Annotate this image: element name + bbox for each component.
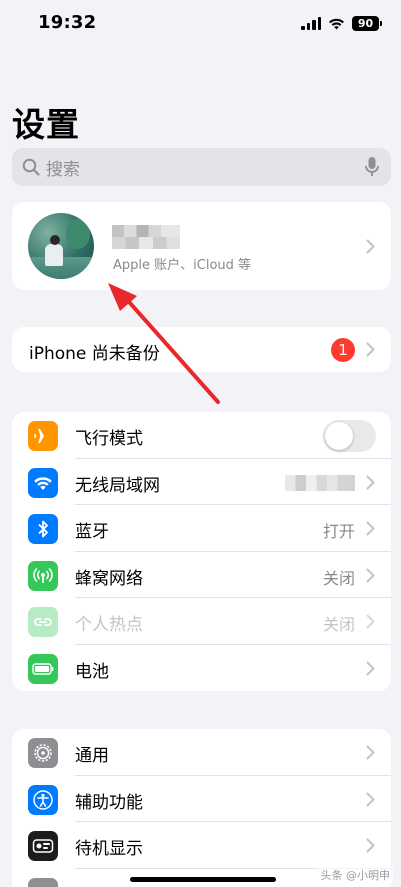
apple-account-row[interactable]: Apple 账户、iCloud 等 <box>12 202 391 290</box>
chevron-right-icon <box>366 792 375 806</box>
row-label: 待机显示 <box>75 839 143 859</box>
airplane-icon <box>28 421 58 451</box>
chevron-right-icon <box>366 521 375 536</box>
settings-row-accessibility[interactable]: 辅助功能 <box>12 776 391 822</box>
chevron-right-icon <box>366 614 375 629</box>
settings-row-standby[interactable]: 待机显示 <box>12 822 391 869</box>
cellular-signal-icon <box>301 16 321 30</box>
connectivity-group: 飞行模式 无线局域网 蓝牙 打开 蜂窝网络 关闭 个人热点 关闭 电池 <box>12 412 391 691</box>
chevron-right-icon <box>366 745 375 760</box>
settings-row-personal-hotspot[interactable]: 个人热点 关闭 <box>12 598 391 645</box>
partial-row-icon <box>28 877 58 887</box>
airplane-mode-toggle[interactable] <box>323 420 376 452</box>
cellular-icon <box>28 560 58 591</box>
standby-icon <box>28 831 58 861</box>
wifi-status-icon <box>329 18 344 29</box>
chevron-right-icon <box>366 838 375 853</box>
avatar <box>28 213 94 279</box>
search-icon <box>22 158 40 176</box>
settings-row-cellular[interactable]: 蜂窝网络 关闭 <box>12 552 391 598</box>
row-label: 飞行模式 <box>75 429 143 449</box>
bluetooth-icon <box>28 514 58 544</box>
chevron-right-icon <box>366 239 375 254</box>
row-label: 蓝牙 <box>75 522 109 542</box>
row-label: 无线局域网 <box>75 475 160 496</box>
home-indicator <box>130 877 276 882</box>
account-subtitle: Apple 账户、iCloud 等 <box>113 258 252 273</box>
account-name-redacted <box>112 225 180 249</box>
backup-warning-row[interactable]: iPhone 尚未备份 1 <box>12 327 391 372</box>
chevron-right-icon <box>366 568 375 582</box>
settings-row-airplane-mode[interactable]: 飞行模式 <box>12 412 391 459</box>
search-placeholder: 搜索 <box>46 159 80 180</box>
status-time: 19:32 <box>38 12 97 33</box>
gear-icon <box>28 738 58 768</box>
search-field[interactable]: 搜索 <box>12 148 391 186</box>
row-label: 通用 <box>75 746 109 766</box>
row-value: 关闭 <box>322 615 355 634</box>
row-label: 辅助功能 <box>75 792 143 813</box>
settings-row-battery[interactable]: 电池 <box>12 645 391 692</box>
general-group: 通用 辅助功能 待机显示 <box>12 729 391 887</box>
battery-icon <box>28 653 58 684</box>
chevron-right-icon <box>366 342 375 357</box>
settings-row-general[interactable]: 通用 <box>12 729 391 776</box>
status-indicators: 90 <box>301 14 382 32</box>
status-bar: 19:32 90 <box>0 0 401 46</box>
wifi-network-redacted <box>285 474 355 491</box>
microphone-icon[interactable] <box>363 156 381 178</box>
accessibility-icon <box>28 784 58 815</box>
backup-label: iPhone 尚未备份 <box>29 344 160 364</box>
notification-badge: 1 <box>331 338 355 362</box>
row-label: 个人热点 <box>75 615 143 635</box>
row-label: 电池 <box>75 661 109 682</box>
settings-row-bluetooth[interactable]: 蓝牙 打开 <box>12 505 391 552</box>
battery-level: 90 <box>352 15 382 31</box>
hotspot-icon <box>28 607 58 637</box>
row-value: 打开 <box>322 522 355 541</box>
settings-row-wifi[interactable]: 无线局域网 <box>12 459 391 505</box>
watermark: 头条 @小明申 <box>317 867 393 883</box>
row-label: 蜂窝网络 <box>75 568 143 589</box>
chevron-right-icon <box>366 475 375 489</box>
row-value: 关闭 <box>322 568 355 588</box>
page-title: 设置 <box>12 105 80 144</box>
chevron-right-icon <box>366 661 375 675</box>
wifi-icon <box>28 467 58 498</box>
